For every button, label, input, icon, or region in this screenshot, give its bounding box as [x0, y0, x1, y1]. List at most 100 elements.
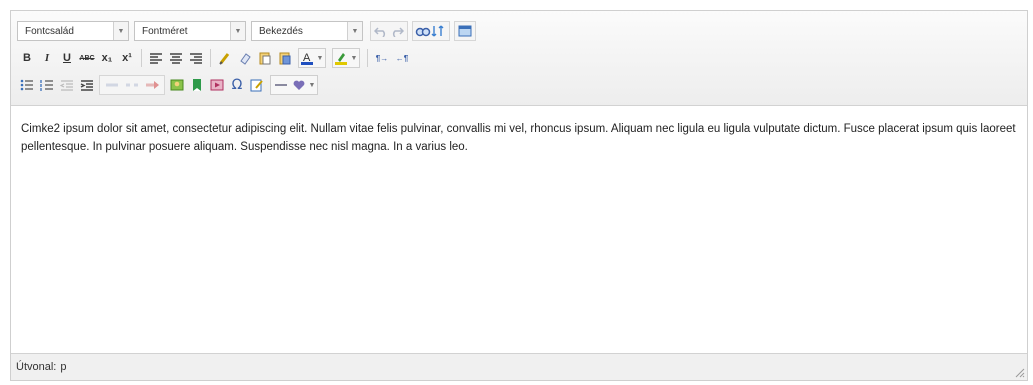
font-family-select[interactable]: Fontcsalád ▼ — [17, 21, 129, 41]
paste-word-icon — [279, 52, 291, 65]
align-center-icon — [170, 53, 182, 64]
subscript-button[interactable]: x₁ — [97, 48, 117, 68]
emoticon-button[interactable] — [291, 75, 307, 95]
brush-icon — [219, 53, 230, 65]
highlight-icon — [335, 53, 347, 65]
path-label: Útvonal: — [16, 361, 57, 373]
toolbar-row-3: Ω ▼ — [17, 74, 321, 96]
history-group — [370, 21, 408, 41]
align-right-icon — [190, 53, 202, 64]
insert-media-button[interactable] — [207, 75, 227, 95]
chevron-down-icon: ▼ — [316, 54, 324, 62]
italic-icon: I — [44, 52, 50, 64]
superscript-icon: x¹ — [122, 52, 132, 64]
indent-button[interactable] — [77, 75, 97, 95]
view-group — [454, 21, 476, 41]
status-bar: Útvonal: p — [11, 353, 1027, 380]
find-icon — [415, 27, 431, 37]
ltr-icon: ¶→ — [375, 53, 389, 63]
highlight-color-button[interactable] — [333, 48, 349, 68]
outdent-button[interactable] — [57, 75, 77, 95]
superscript-button[interactable]: x¹ — [117, 48, 137, 68]
indent-icon — [80, 80, 93, 91]
chevron-down-icon: ▼ — [350, 54, 358, 62]
link-icon — [106, 83, 118, 87]
search-group — [412, 21, 450, 41]
remove-format-button[interactable] — [235, 48, 255, 68]
strikethrough-icon: ABC — [79, 54, 95, 62]
bookmark-icon — [193, 79, 201, 91]
eraser-icon — [240, 53, 251, 65]
bold-icon: B — [23, 52, 31, 64]
link-button[interactable] — [102, 75, 122, 95]
align-right-button[interactable] — [186, 48, 206, 68]
unlink-button[interactable] — [122, 75, 142, 95]
undo-button[interactable] — [373, 21, 389, 41]
resize-handle-icon[interactable] — [1013, 366, 1025, 378]
replace-button[interactable] — [431, 21, 447, 41]
content-paragraph: Cimke2 ipsum dolor sit amet, consectetur… — [21, 123, 1016, 153]
path-element-p[interactable]: p — [56, 361, 66, 373]
toolbar-row-1: Fontcsalád ▼ Fontméret ▼ Bekezdés ▼ — [17, 20, 478, 42]
font-size-select[interactable]: Fontméret ▼ — [134, 21, 246, 41]
hr-button[interactable] — [271, 75, 291, 95]
bullet-list-button[interactable] — [17, 75, 37, 95]
subscript-icon: x₁ — [101, 52, 113, 64]
fullscreen-button[interactable] — [457, 21, 473, 41]
numbered-list-icon — [40, 80, 53, 91]
toolbar-separator — [367, 49, 368, 67]
block-format-select[interactable]: Bekezdés ▼ — [251, 21, 363, 41]
text-color-icon: A — [301, 52, 313, 65]
rich-text-editor: Fontcsalád ▼ Fontméret ▼ Bekezdés ▼ B I … — [10, 10, 1028, 381]
highlight-color-split-button[interactable]: ▼ — [332, 48, 360, 68]
link-group — [99, 75, 165, 95]
undo-icon — [374, 27, 386, 37]
outdent-icon — [60, 80, 73, 91]
redo-button[interactable] — [389, 21, 405, 41]
chevron-down-icon: ▼ — [308, 81, 316, 89]
editor-toolbar: Fontcsalád ▼ Fontméret ▼ Bekezdés ▼ B I … — [11, 11, 1027, 106]
underline-button[interactable]: U — [57, 48, 77, 68]
replace-icon — [431, 25, 444, 37]
text-color-button[interactable]: A — [299, 48, 315, 68]
unlink-icon — [126, 83, 138, 87]
omega-icon: Ω — [231, 77, 243, 93]
toolbar-separator — [141, 49, 142, 67]
paste-word-button[interactable] — [275, 48, 295, 68]
special-char-button[interactable]: Ω — [227, 75, 247, 95]
numbered-list-button[interactable] — [37, 75, 57, 95]
paste-text-icon — [259, 52, 271, 65]
anchor-button[interactable] — [142, 75, 162, 95]
rtl-icon: ←¶ — [395, 53, 409, 63]
toolbar-separator — [210, 49, 211, 67]
find-button[interactable] — [415, 21, 431, 41]
chevron-down-icon: ▼ — [113, 22, 128, 40]
bold-button[interactable]: B — [17, 48, 37, 68]
align-left-button[interactable] — [146, 48, 166, 68]
insert-bookmark-button[interactable] — [187, 75, 207, 95]
toolbar-row-2: B I U ABC x₁ x¹ A ▼ ▼ ¶→ ←¶ — [17, 47, 412, 69]
strikethrough-button[interactable]: ABC — [77, 48, 97, 68]
ltr-button[interactable]: ¶→ — [372, 48, 392, 68]
heart-icon — [293, 80, 305, 90]
edit-source-button[interactable] — [247, 75, 267, 95]
horizontal-rule-icon — [275, 84, 287, 86]
align-center-button[interactable] — [166, 48, 186, 68]
emoticon-split-button[interactable]: ▼ — [270, 75, 318, 95]
font-family-value: Fontcsalád — [25, 25, 74, 37]
image-icon — [170, 79, 184, 91]
italic-button[interactable]: I — [37, 48, 57, 68]
insert-image-button[interactable] — [167, 75, 187, 95]
block-format-value: Bekezdés — [259, 25, 303, 37]
redo-icon — [392, 27, 404, 37]
cleanup-button[interactable] — [215, 48, 235, 68]
editor-content-area[interactable]: Cimke2 ipsum dolor sit amet, consectetur… — [11, 106, 1027, 353]
paste-text-button[interactable] — [255, 48, 275, 68]
font-size-value: Fontméret — [142, 25, 188, 37]
fullscreen-icon — [458, 25, 472, 37]
edit-icon — [250, 79, 263, 92]
rtl-button[interactable]: ←¶ — [392, 48, 412, 68]
underline-icon: U — [63, 52, 71, 64]
anchor-icon — [146, 81, 159, 89]
text-color-split-button[interactable]: A ▼ — [298, 48, 326, 68]
